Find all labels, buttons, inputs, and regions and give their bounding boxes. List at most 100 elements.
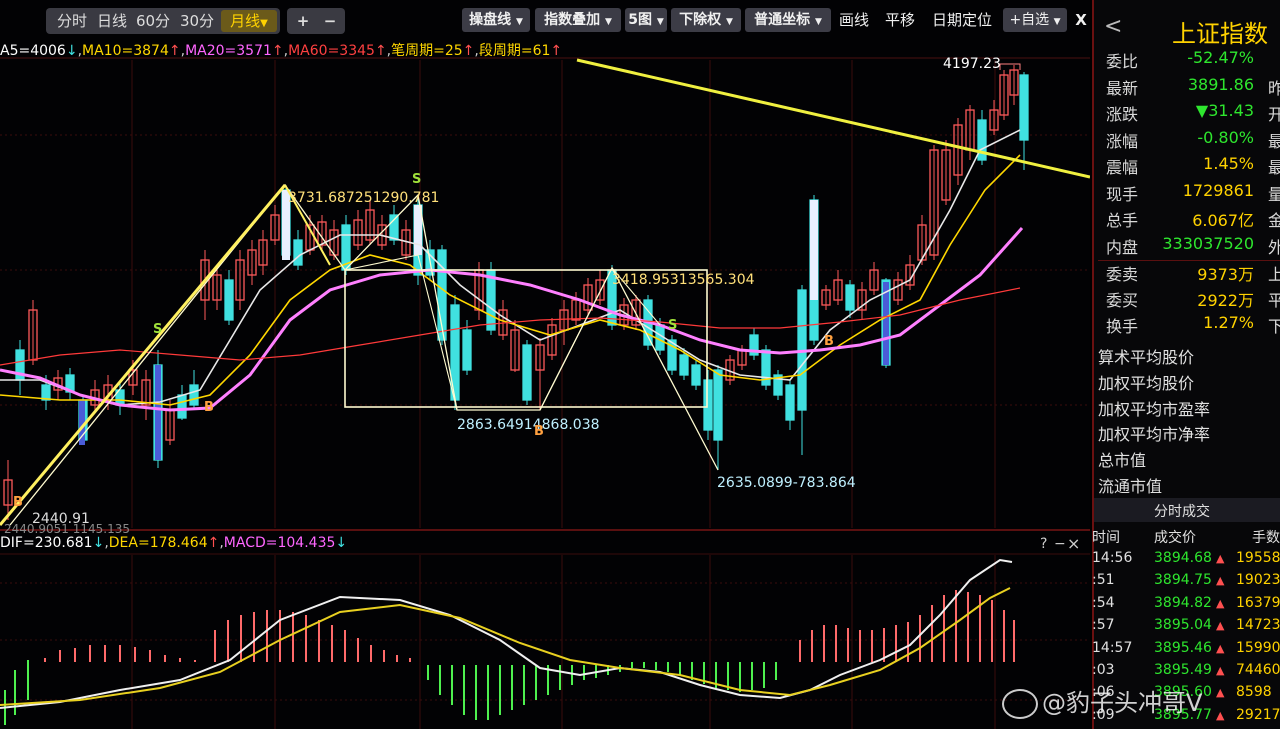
kline-chart-svg[interactable]: [0, 0, 1090, 729]
chevron-down-icon: ▼: [604, 17, 612, 27]
label-peak-3418: 3418.95313565.304: [612, 272, 755, 288]
zoom-out-button[interactable]: −: [318, 10, 342, 32]
candlestick: [41, 384, 51, 401]
coordinate-label: 普通坐标: [754, 12, 811, 28]
ticks-col-volume: 手数: [1252, 530, 1280, 546]
chevron-down-icon: ▼: [260, 18, 268, 29]
tab-monthly[interactable]: 月线▼: [221, 10, 277, 32]
tick-up-arrow-icon: ▲: [1216, 664, 1225, 677]
strategy-line-button[interactable]: 操盘线 ▼: [462, 8, 530, 32]
quote-row-tail: 量: [1267, 184, 1280, 204]
date-locate-button[interactable]: 日期定位: [927, 8, 997, 32]
bi-period-value: 笔周期=25: [391, 43, 463, 59]
tick-time: 14:56: [1092, 550, 1133, 566]
highlight-candle: [810, 200, 818, 300]
add-favorite-button[interactable]: +自选 ▼: [1003, 8, 1067, 32]
quote-row-label: 涨跌: [1106, 105, 1139, 124]
tick-row: :54 3894.82 ▲ 16379: [1092, 595, 1280, 617]
tick-up-arrow-icon: ▲: [1216, 552, 1225, 565]
tick-up-arrow-icon: ▲: [1216, 641, 1225, 655]
close-icon[interactable]: X: [1072, 8, 1090, 32]
coordinate-button[interactable]: 普通坐标 ▼: [745, 8, 831, 32]
duan-segment-line: [0, 184, 287, 526]
candlestick: [293, 239, 303, 266]
quote-row-label: 现手: [1106, 184, 1139, 204]
tick-row: 14:57 3895.46 ▲ 15990: [1092, 639, 1280, 662]
macd-minimize-button[interactable]: −: [1054, 536, 1066, 552]
quote-row-value: 1.45%: [1203, 154, 1254, 173]
quote-row-tail: 最: [1267, 131, 1280, 151]
quote-panel: < 上证指数 委比 -52.47% 最新 3891.86 昨涨跌 ▼31.43 开涨幅 -0.…: [1092, 0, 1280, 729]
index-overlay-button[interactable]: 指数叠加 ▼: [535, 8, 621, 32]
tick-time: :51: [1092, 572, 1115, 589]
valuation-menu-item[interactable]: 流通市值: [1098, 473, 1162, 497]
tab-60min[interactable]: 60分: [133, 10, 173, 32]
chevron-down-icon: ▼: [725, 17, 733, 27]
ticks-col-time: 时间: [1092, 530, 1120, 546]
arrow-down-icon: ↓: [65, 43, 78, 59]
signal-s-3: S: [668, 318, 678, 333]
ex-rights-button[interactable]: 下除权 ▼: [671, 8, 741, 32]
valuation-menu-item[interactable]: 加权平均股价: [1098, 370, 1194, 394]
peak-1290-value: 1290.781: [372, 190, 440, 206]
low-868-value: 868.038: [541, 417, 600, 433]
tab-daily[interactable]: 日线: [94, 10, 130, 32]
quote-row-label: 换手: [1106, 317, 1139, 336]
valuation-menu-item[interactable]: 加权平均市盈率: [1098, 396, 1210, 420]
arrow-up-icon: ↑: [207, 535, 220, 551]
valuation-menu-item[interactable]: 加权平均市净率: [1098, 421, 1210, 445]
candlestick: [522, 344, 532, 401]
quote-row-tail: 昨: [1267, 78, 1280, 98]
tick-volume: 14723: [1236, 617, 1280, 634]
duan-period-value: 段周期=61: [478, 43, 551, 59]
five-chart-label: 5图: [628, 12, 652, 28]
signal-b-1: B: [13, 495, 23, 510]
signal-s-2: S: [412, 172, 422, 187]
arrow-up-icon: ↑: [550, 43, 563, 59]
dif-value: DIF=230.681: [0, 535, 93, 551]
tick-price: 3895.04: [1154, 617, 1212, 634]
quote-row: 震幅 1.45% 最: [1098, 154, 1280, 180]
back-icon[interactable]: <: [1104, 14, 1122, 39]
tick-volume: 8598: [1236, 684, 1272, 701]
zoom-in-button[interactable]: +: [291, 10, 315, 32]
quote-row: 委卖 9373万上: [1098, 260, 1280, 287]
label-low-2635: 2635.0899-783.864: [717, 475, 856, 491]
quote-row: 委买 2922万平: [1098, 287, 1280, 313]
label-peak-3731: 3731.687251290.781: [288, 190, 439, 206]
quote-row-label: 委比: [1106, 52, 1139, 71]
tick-volume: 74460: [1236, 662, 1280, 678]
highlight-candle: [883, 282, 889, 365]
macd-close-button[interactable]: ×: [1067, 534, 1080, 553]
candlestick: [189, 384, 199, 406]
tick-price: 3895.46: [1154, 639, 1212, 656]
tab-monthly-label: 月线: [230, 12, 261, 30]
quote-row-value: 1.27%: [1203, 313, 1254, 332]
tab-30min[interactable]: 30分: [177, 10, 217, 32]
ma5-value: A5=4006: [0, 43, 66, 59]
macd-help-button[interactable]: ?: [1040, 536, 1047, 552]
signal-b-4: B: [824, 334, 834, 349]
tab-fenshi[interactable]: 分时: [52, 10, 92, 32]
draw-line-button[interactable]: 画线: [836, 8, 872, 32]
candlestick: [462, 329, 472, 371]
valuation-menu-item[interactable]: 总市值: [1098, 447, 1146, 471]
quote-row-label: 委卖: [1106, 265, 1139, 284]
arrow-down-icon: ↓: [335, 535, 348, 551]
quote-row: 委比 -52.47%: [1098, 48, 1280, 74]
macd-value: MACD=104.435: [223, 535, 336, 551]
chevron-down-icon: ▼: [656, 17, 664, 27]
index-title: 上证指数: [1172, 20, 1268, 48]
tick-price: 3895.49: [1154, 662, 1212, 678]
quote-row-label: 涨幅: [1106, 131, 1139, 151]
pan-button[interactable]: 平移: [882, 8, 918, 32]
tick-volume: 19558: [1236, 550, 1280, 566]
five-chart-button[interactable]: 5图 ▼: [625, 8, 667, 32]
quote-row-tail: 下: [1267, 317, 1280, 336]
chevron-down-icon: ▼: [1053, 17, 1061, 27]
ma-legend: A5=4006↓,MA10=3874↑,MA20=3571↑,MA60=3345…: [0, 43, 563, 59]
quote-row-label: 委买: [1106, 290, 1139, 310]
valuation-menu-item[interactable]: 算术平均股价: [1098, 344, 1194, 368]
kline-chart-area[interactable]: 分时 日线 60分 30分 月线▼ + − 操盘线 ▼ 指数叠加 ▼ 5图 ▼ …: [0, 0, 1090, 729]
index-overlay-label: 指数叠加: [544, 12, 601, 28]
